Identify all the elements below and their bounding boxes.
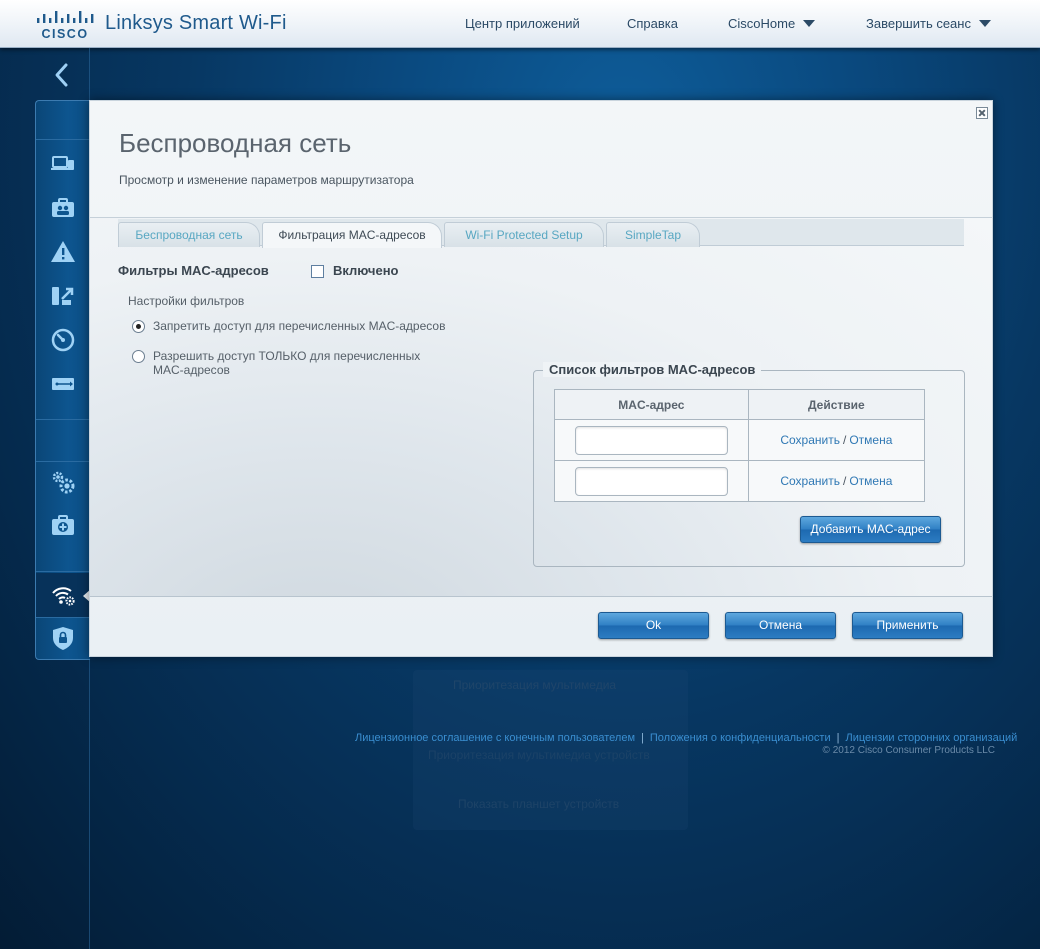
troubleshoot-kit-icon[interactable] — [50, 513, 76, 539]
divider — [90, 596, 992, 597]
ok-button[interactable]: Ok — [598, 612, 709, 639]
enabled-checkbox[interactable] — [311, 265, 324, 278]
table-row: Сохранить / Отмена — [554, 460, 926, 502]
save-link[interactable]: Сохранить — [780, 433, 840, 447]
add-mac-address-button[interactable]: Добавить MAC-адрес — [800, 516, 941, 543]
nav-logout-menu[interactable]: Завершить сеанс — [866, 16, 991, 31]
dialog-content: Беспроводная сеть Фильтрация MAC-адресов… — [90, 218, 992, 596]
nav-app-center[interactable]: Центр приложений — [465, 16, 580, 31]
tab-bar: Беспроводная сеть Фильтрация MAC-адресов… — [118, 219, 964, 248]
tab-wps[interactable]: Wi-Fi Protected Setup — [444, 222, 604, 247]
devices-icon[interactable] — [50, 151, 76, 177]
cancel-link[interactable]: Отмена — [849, 433, 892, 447]
back-arrow-icon[interactable] — [36, 52, 88, 98]
svg-text:CISCO: CISCO — [41, 27, 88, 40]
filter-settings-label: Настройки фильтров — [128, 294, 245, 308]
top-header: CISCO Linksys Smart Wi-Fi Центр приложен… — [0, 0, 1040, 48]
privacy-link[interactable]: Положения о конфиденциальности — [650, 732, 831, 744]
copyright: © 2012 Cisco Consumer Products LLC — [822, 745, 995, 756]
wireless-dialog: Беспроводная сеть Просмотр и изменение п… — [89, 100, 993, 657]
cancel-link[interactable]: Отмена — [849, 474, 892, 488]
nav-user-menu[interactable]: CiscoHome — [728, 16, 816, 31]
tab-mac-filtering[interactable]: Фильтрация MAC-адресов — [262, 222, 442, 248]
column-header-action: Действие — [747, 389, 926, 420]
third-party-licenses-link[interactable]: Лицензии сторонних организаций — [845, 732, 1017, 744]
eula-link[interactable]: Лицензионное соглашение с конечным польз… — [355, 732, 635, 744]
background-panel-text: Приоритезация мультимедиа устройств — [428, 748, 650, 762]
mac-filter-list-title: Список фильтров MAC-адресов — [543, 362, 762, 377]
allow-only-listed-label: Разрешить доступ ТОЛЬКО для перечисленны… — [153, 349, 421, 377]
mac-filter-table: MAC-адрес Действие Сохранить / Отмена Сохр… — [554, 389, 926, 502]
sidebar — [35, 100, 91, 660]
parental-controls-icon[interactable] — [50, 195, 76, 221]
mac-address-input[interactable] — [574, 425, 728, 455]
nav-help[interactable]: Справка — [627, 16, 678, 31]
background-panel-title: Приоритезация мультимедиа — [453, 678, 617, 692]
page-subtitle: Просмотр и изменение параметров маршрути… — [119, 173, 414, 187]
usb-storage-icon[interactable] — [50, 371, 76, 397]
background-panel-link: Показать планшет устройств — [458, 797, 620, 811]
enabled-label: Включено — [333, 263, 399, 278]
cisco-logo: CISCO — [37, 11, 94, 40]
security-shield-icon[interactable] — [50, 625, 76, 651]
settings-gears-icon[interactable] — [50, 469, 76, 495]
chevron-down-icon — [803, 20, 816, 28]
allow-only-listed-radio[interactable] — [132, 350, 145, 363]
deny-listed-radio[interactable] — [132, 320, 145, 333]
mac-filters-title: Фильтры MAC-адресов — [118, 263, 269, 278]
apply-button[interactable]: Применить — [852, 612, 963, 639]
tab-simpletap[interactable]: SimpleTap — [606, 222, 700, 247]
deny-listed-label: Запретить доступ для перечисленных MAC-а… — [153, 319, 446, 333]
product-name: Linksys Smart Wi-Fi — [105, 12, 287, 34]
legal-links: Лицензионное соглашение с конечным польз… — [355, 732, 1018, 744]
close-icon[interactable] — [976, 107, 988, 119]
warning-icon[interactable] — [50, 239, 76, 265]
tab-wireless-network[interactable]: Беспроводная сеть — [118, 222, 260, 247]
speed-test-icon[interactable] — [50, 327, 76, 353]
cancel-button[interactable]: Отмена — [725, 612, 836, 639]
wireless-settings-icon[interactable] — [50, 582, 76, 608]
table-row: Сохранить / Отмена — [554, 419, 926, 461]
chevron-down-icon — [978, 20, 991, 28]
media-prioritization-icon[interactable] — [50, 283, 76, 309]
table-header-row: MAC-адрес Действие — [554, 389, 926, 420]
mac-address-input[interactable] — [574, 466, 728, 496]
page-title: Беспроводная сеть — [119, 128, 352, 158]
save-link[interactable]: Сохранить — [780, 474, 840, 488]
column-header-mac: MAC-адрес — [554, 389, 749, 420]
